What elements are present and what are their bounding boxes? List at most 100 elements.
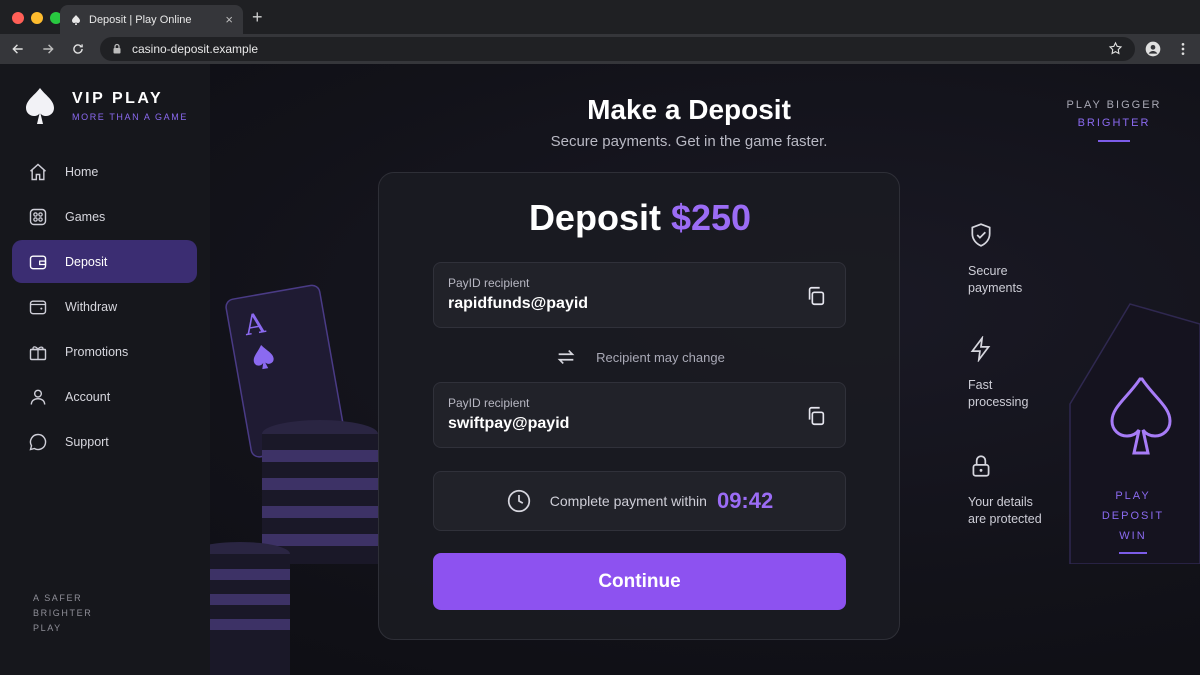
withdraw-icon — [29, 299, 47, 314]
payment-timer: Complete payment within 09:42 — [433, 471, 846, 531]
feature-secure: Secure payments — [968, 222, 1068, 297]
deposit-amount: $250 — [670, 197, 752, 238]
feature-line: Fast — [968, 378, 993, 392]
sidebar: VIP PLAY MORE THAN A GAME Home Games Dep… — [0, 64, 210, 675]
forward-button[interactable] — [38, 39, 58, 59]
feature-line: are protected — [968, 512, 1042, 526]
shield-check-icon — [971, 223, 991, 247]
spade-logo-icon — [26, 88, 54, 124]
payid-recipient-field: PayID recipient swiftpay@payid — [433, 382, 846, 448]
payid-recipient-field: PayID recipient rapidfunds@payid — [433, 262, 846, 328]
tab-title: Deposit | Play Online — [89, 13, 192, 26]
lightning-icon — [970, 335, 991, 363]
new-tab-button[interactable]: + — [252, 7, 263, 28]
tab-close-button[interactable]: × — [225, 12, 233, 27]
feature-line: Your details — [968, 495, 1033, 509]
user-icon — [30, 389, 46, 405]
address-bar[interactable]: casino-deposit.example — [100, 37, 1135, 61]
page-content: A VIP PLAY MORE THAN A GAME Home Games D… — [0, 64, 1200, 675]
brand-tagline: MORE THAN A GAME — [72, 112, 188, 122]
payid-value[interactable]: swiftpay@payid — [448, 415, 569, 433]
sidebar-item-games[interactable]: Games — [12, 195, 197, 238]
slogan-word: PLAY — [1115, 490, 1151, 502]
url-text: casino-deposit.example — [132, 42, 259, 56]
arrow-left-icon — [12, 44, 23, 54]
page-title: Make a Deposit — [587, 94, 791, 125]
feature-line: Secure — [968, 264, 1008, 278]
feature-line: processing — [968, 395, 1029, 409]
feature-fast: Fast processing — [968, 335, 1068, 411]
home-icon — [30, 163, 46, 180]
slogan-divider — [1119, 552, 1147, 554]
feature-protected: Your details are protected — [968, 453, 1068, 528]
timer-label: Complete payment within — [549, 493, 707, 509]
slogan-divider — [1098, 140, 1130, 142]
arrow-right-icon — [43, 44, 54, 54]
bookmark-star-icon[interactable] — [1108, 41, 1123, 56]
profile-button[interactable] — [1143, 39, 1163, 59]
sidebar-footer-slogan: A SAFER BRIGHTER PLAY — [33, 591, 92, 636]
more-vertical-icon — [1181, 43, 1185, 55]
slogan-word: WIN — [1119, 530, 1147, 542]
sidebar-item-withdraw[interactable]: Withdraw — [12, 285, 197, 328]
slogan-line: PLAY BIGGER — [1066, 99, 1162, 111]
change-note-text: Recipient may change — [596, 349, 725, 365]
slogan-line: BRIGHTER — [33, 608, 93, 618]
slogan-line: PLAY — [33, 623, 62, 633]
sidebar-item-label: Home — [65, 164, 99, 179]
recipient-change-note: Recipient may change — [379, 346, 901, 368]
sidebar-item-label: Games — [65, 209, 106, 224]
field-label: PayID recipient — [448, 396, 530, 410]
field-label: PayID recipient — [448, 276, 530, 290]
profile-icon — [1145, 41, 1161, 57]
slogan-line-accent: BRIGHTER — [1077, 117, 1151, 129]
sidebar-item-promotions[interactable]: Promotions — [12, 330, 197, 373]
swap-icon — [557, 349, 575, 365]
continue-button[interactable]: Continue — [433, 553, 846, 610]
window-controls — [12, 12, 62, 24]
wallet-icon — [29, 254, 47, 269]
chat-icon — [29, 433, 47, 450]
sidebar-item-account[interactable]: Account — [12, 375, 197, 418]
reload-button[interactable] — [68, 39, 88, 59]
browser-tab[interactable]: Deposit | Play Online × — [60, 5, 243, 34]
lock-icon — [113, 43, 121, 54]
sidebar-item-support[interactable]: Support — [12, 420, 197, 463]
sidebar-item-home[interactable]: Home — [12, 150, 197, 193]
copy-icon[interactable] — [805, 285, 827, 307]
deposit-label: Deposit — [528, 197, 661, 238]
browser-toolbar: casino-deposit.example — [0, 34, 1200, 64]
browser-titlebar: Deposit | Play Online × + — [0, 0, 1200, 34]
sidebar-item-label: Deposit — [65, 254, 108, 269]
games-icon — [29, 208, 47, 225]
sidebar-item-label: Withdraw — [65, 299, 118, 314]
playing-cards-and-chips-illustration: A — [210, 284, 378, 675]
sidebar-item-deposit[interactable]: Deposit — [12, 240, 197, 283]
timer-countdown: 09:42 — [716, 488, 774, 513]
lock-icon — [972, 455, 990, 477]
clock-icon — [507, 489, 530, 513]
spade-favicon-icon — [72, 14, 80, 25]
reload-icon — [73, 44, 83, 54]
feature-line: payments — [968, 281, 1023, 295]
brand-name: VIP PLAY — [72, 90, 164, 107]
sidebar-item-label: Promotions — [65, 344, 129, 359]
deposit-card: Deposit $250 PayID recipient rapidfunds@p… — [378, 172, 900, 640]
slogan-line: A SAFER — [33, 593, 83, 603]
brand-logo[interactable]: VIP PLAY MORE THAN A GAME — [22, 86, 188, 126]
sidebar-item-label: Account — [65, 389, 111, 404]
payid-value[interactable]: rapidfunds@payid — [448, 295, 588, 313]
close-window-button[interactable] — [12, 12, 24, 24]
right-slogan: PLAY DEPOSIT WIN — [1095, 486, 1171, 554]
gift-icon — [29, 345, 47, 360]
sidebar-nav: Home Games Deposit Withdraw Promotions A… — [12, 150, 197, 465]
browser-menu-button[interactable] — [1173, 39, 1193, 59]
slogan-word: DEPOSIT — [1101, 510, 1165, 522]
page-subtitle: Secure payments. Get in the game faster. — [550, 133, 828, 150]
back-button[interactable] — [8, 39, 28, 59]
deposit-amount-heading: Deposit $250 — [379, 197, 901, 239]
copy-icon[interactable] — [805, 405, 827, 427]
minimize-window-button[interactable] — [31, 12, 43, 24]
chip-stack — [210, 420, 378, 675]
sidebar-item-label: Support — [65, 434, 109, 449]
